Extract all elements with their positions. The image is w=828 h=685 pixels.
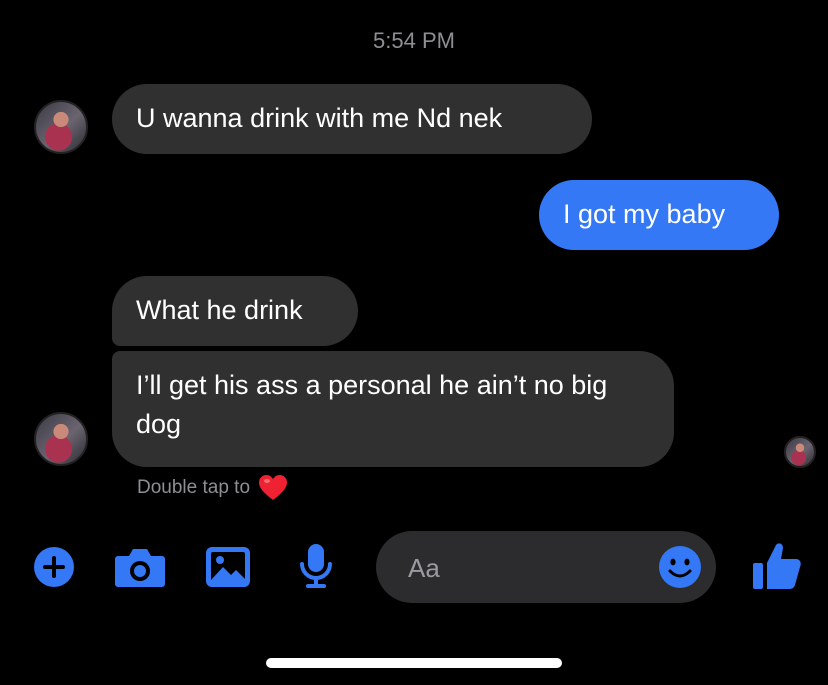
- heart-icon: [259, 475, 288, 500]
- plus-icon[interactable]: [33, 546, 75, 588]
- message-text: U wanna drink with me Nd nek: [136, 103, 503, 133]
- camera-icon[interactable]: [114, 546, 166, 588]
- message-bubble-outgoing[interactable]: I got my baby: [539, 180, 779, 250]
- read-receipt-avatar: [784, 436, 816, 468]
- reaction-hint: Double tap to: [137, 474, 288, 502]
- microphone-icon[interactable]: [298, 542, 334, 590]
- message-timestamp: 5:54 PM: [373, 28, 455, 53]
- message-text: I’ll get his ass a personal he ain’t no …: [136, 370, 608, 439]
- message-text: I got my baby: [563, 199, 726, 229]
- contact-avatar[interactable]: [34, 100, 88, 154]
- message-bubble-incoming[interactable]: U wanna drink with me Nd nek: [112, 84, 592, 154]
- thumbs-up-icon[interactable]: [752, 541, 802, 591]
- image-icon[interactable]: [205, 546, 251, 588]
- contact-avatar[interactable]: [34, 412, 88, 466]
- message-bubble-incoming[interactable]: I’ll get his ass a personal he ain’t no …: [112, 351, 674, 467]
- message-bubble-incoming[interactable]: What he drink: [112, 276, 358, 346]
- message-input[interactable]: [406, 549, 650, 587]
- message-text: What he drink: [136, 295, 303, 325]
- home-indicator[interactable]: [266, 658, 562, 668]
- reaction-hint-text: Double tap to: [137, 477, 251, 498]
- emoji-icon[interactable]: [658, 545, 702, 589]
- message-composer[interactable]: [376, 531, 716, 603]
